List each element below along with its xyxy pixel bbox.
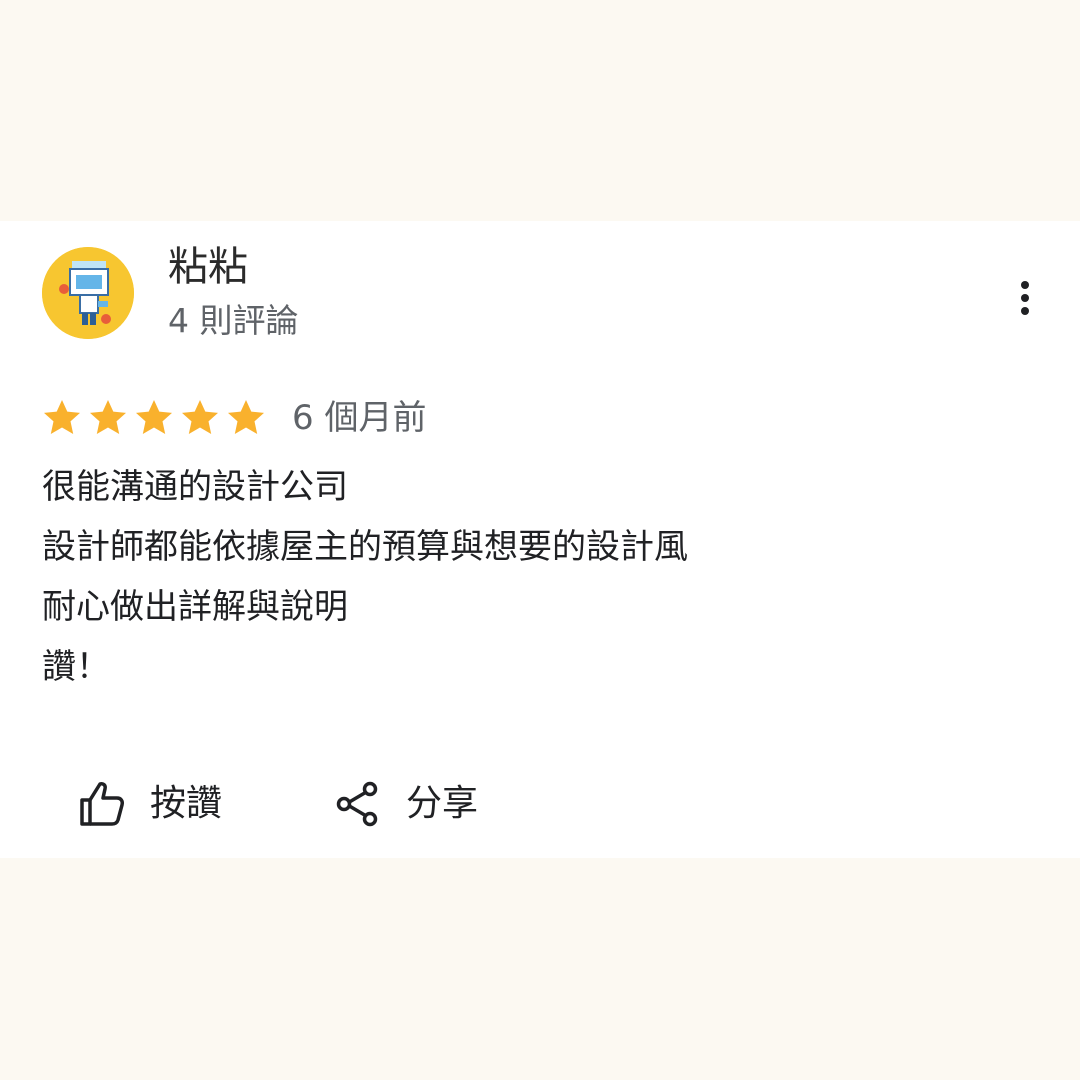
review-date: 6 個月前 (292, 398, 427, 438)
review-text: 很能溝通的設計公司設計師都能依據屋主的預算與想要的設計風 耐心做出詳解與說明 讚！ (42, 457, 1042, 697)
star-icon (90, 400, 126, 434)
star-icon (44, 400, 80, 434)
like-label: 按讚 (150, 783, 223, 824)
thumbs-up-icon (80, 782, 124, 826)
star-icon (228, 400, 264, 434)
star-rating (42, 398, 272, 438)
review-count: 4 則評論 (168, 301, 299, 340)
share-label: 分享 (406, 783, 479, 824)
more-vert-icon (1021, 281, 1029, 315)
reviewer-name[interactable]: 粘粘 (168, 241, 248, 293)
like-button[interactable]: 按讚 (76, 773, 222, 835)
review-text-line: 耐心做出詳解與說明 (42, 587, 348, 627)
review-text-line: 很能溝通的設計公司 (42, 467, 348, 507)
star-icon (182, 400, 218, 434)
robot-avatar-icon (42, 247, 134, 339)
reviewer-avatar[interactable] (42, 247, 134, 339)
star-icon (136, 400, 172, 434)
review-text-line: 讚！ (42, 647, 110, 687)
share-icon (336, 781, 378, 827)
share-button[interactable]: 分享 (332, 773, 478, 835)
review-card: 粘粘 4 則評論 6 個月前 很能溝通的設計公司設計師都能依據屋主的預算與想要的… (0, 221, 1080, 858)
rating-row: 6 個月前 (42, 393, 426, 443)
more-options-button[interactable] (1000, 273, 1050, 323)
page: 粘粘 4 則評論 6 個月前 很能溝通的設計公司設計師都能依據屋主的預算與想要的… (0, 0, 1080, 1080)
review-text-line: 設計師都能依據屋主的預算與想要的設計風 (42, 527, 688, 567)
